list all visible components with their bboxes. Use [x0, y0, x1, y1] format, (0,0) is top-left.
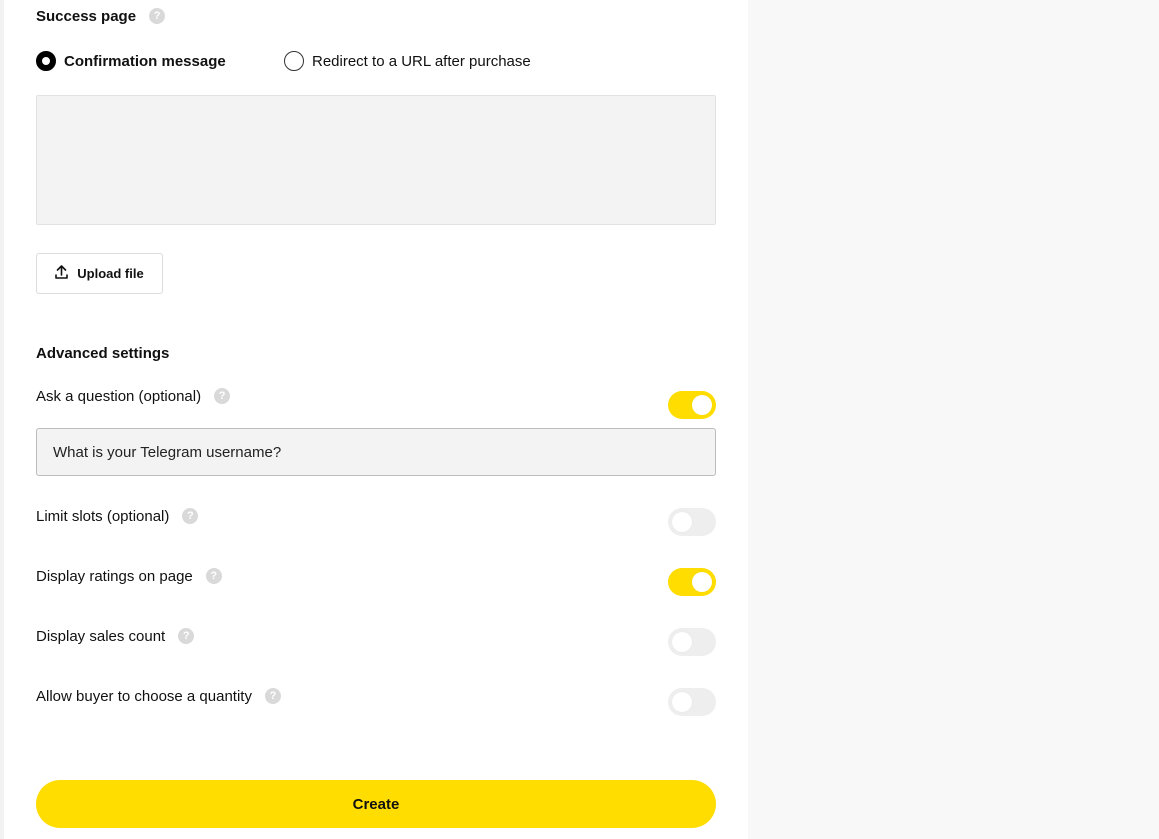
upload-file-label: Upload file [77, 266, 144, 281]
display-sales-label: Display sales count [36, 627, 166, 645]
upload-arrow-icon [55, 265, 69, 279]
radio-unchecked-icon[interactable] [284, 51, 304, 71]
display-ratings-toggle[interactable] [668, 568, 716, 596]
display-ratings-label: Display ratings on page [36, 567, 193, 585]
allow-quantity-toggle[interactable] [668, 688, 716, 716]
toggle-knob [672, 692, 692, 712]
display-ratings-label-wrap: Display ratings on page ? [36, 568, 222, 585]
display-sales-row: Display sales count ? [36, 626, 716, 656]
confirmation-message-editor[interactable] [36, 95, 716, 225]
display-sales-toggle[interactable] [668, 628, 716, 656]
advanced-settings-title: Advanced settings [36, 344, 170, 362]
limit-slots-toggle[interactable] [668, 508, 716, 536]
radio-label-redirect: Redirect to a URL after purchase [312, 52, 531, 70]
radio-checked-icon[interactable] [36, 51, 56, 71]
settings-panel: Success page ? Confirmation message Redi… [4, 0, 748, 839]
limit-slots-label-wrap: Limit slots (optional) ? [36, 507, 199, 525]
ask-question-toggle[interactable] [668, 391, 716, 419]
question-input[interactable] [36, 428, 716, 476]
question-circle-icon[interactable]: ? [205, 568, 222, 584]
success-page-heading: Success page ? [36, 6, 166, 26]
toggle-knob [672, 632, 692, 652]
question-circle-icon[interactable]: ? [182, 508, 199, 524]
toggle-knob [672, 512, 692, 532]
radio-label-confirmation: Confirmation message [64, 52, 226, 70]
ask-question-label: Ask a question (optional) [36, 387, 202, 405]
question-circle-icon[interactable]: ? [264, 688, 281, 704]
allow-quantity-row: Allow buyer to choose a quantity ? [36, 686, 716, 716]
allow-quantity-label-wrap: Allow buyer to choose a quantity ? [36, 688, 281, 705]
ask-question-label-wrap: Ask a question (optional) ? [36, 387, 231, 405]
display-sales-label-wrap: Display sales count ? [36, 627, 195, 645]
ask-question-row: Ask a question (optional) ? [36, 386, 716, 419]
question-circle-icon[interactable]: ? [178, 628, 195, 644]
success-page-title: Success page [36, 7, 137, 25]
right-area [748, 0, 1159, 839]
advanced-settings-heading: Advanced settings [36, 343, 169, 363]
limit-slots-label: Limit slots (optional) [36, 507, 170, 525]
upload-file-button[interactable]: Upload file [36, 253, 163, 294]
limit-slots-row: Limit slots (optional) ? [36, 506, 716, 536]
question-circle-icon[interactable]: ? [214, 388, 231, 404]
create-button[interactable]: Create [36, 780, 716, 828]
allow-quantity-label: Allow buyer to choose a quantity [36, 687, 252, 705]
radio-redirect-url[interactable]: Redirect to a URL after purchase [284, 51, 531, 71]
question-circle-icon[interactable]: ? [149, 8, 166, 24]
toggle-knob [692, 395, 712, 415]
display-ratings-row: Display ratings on page ? [36, 566, 716, 596]
toggle-knob [692, 572, 712, 592]
radio-confirmation-message[interactable]: Confirmation message [36, 51, 226, 71]
